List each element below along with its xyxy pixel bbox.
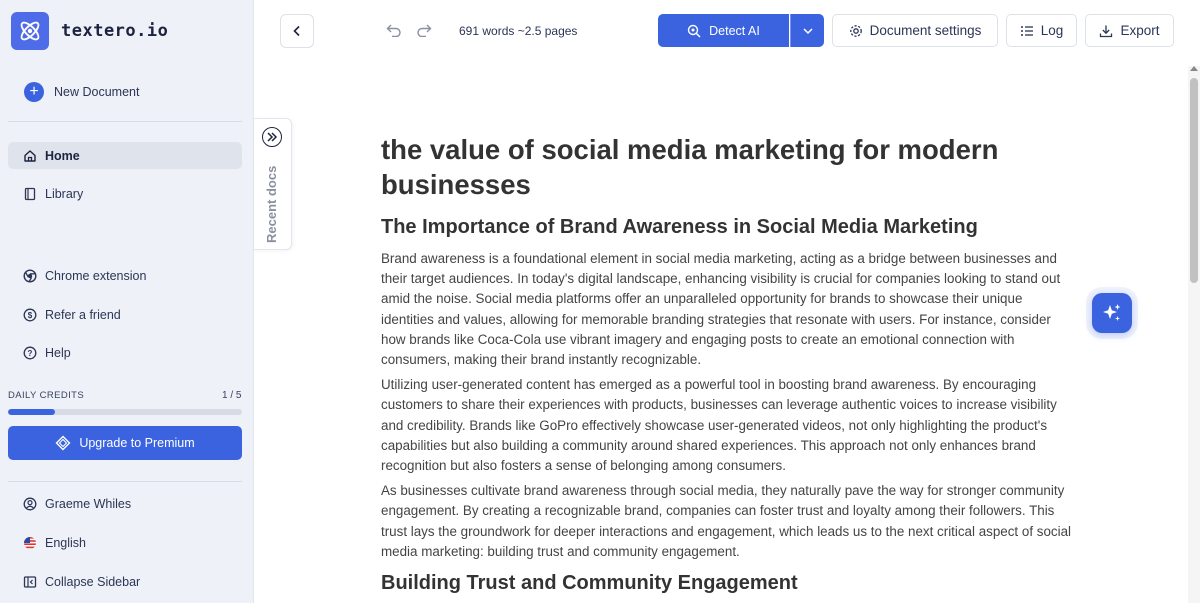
credits-progress-fill xyxy=(8,409,55,415)
document-settings-button[interactable]: Document settings xyxy=(832,14,998,47)
double-chevron-right-icon xyxy=(262,127,282,147)
gear-icon xyxy=(849,24,862,37)
us-flag-icon xyxy=(23,536,37,550)
detect-ai-group: Detect AI xyxy=(658,14,824,47)
sidebar-item-account[interactable]: Graeme Whiles xyxy=(8,490,242,517)
ai-assistant-button[interactable] xyxy=(1092,293,1132,333)
daily-credits-label: DAILY CREDITS xyxy=(8,390,85,401)
redo-icon xyxy=(417,24,432,37)
recent-docs-label: Recent docs xyxy=(264,165,279,243)
sidebar-item-label: Help xyxy=(45,345,71,360)
upgrade-to-premium-button[interactable]: Upgrade to Premium xyxy=(8,426,242,460)
log-button[interactable]: Log xyxy=(1006,14,1077,47)
sparkle-icon xyxy=(1103,304,1121,321)
export-label: Export xyxy=(1120,23,1160,38)
sidebar-item-refer-a-friend[interactable]: $ Refer a friend xyxy=(8,301,242,328)
help-icon: ? xyxy=(23,346,37,360)
detect-ai-dropdown-button[interactable] xyxy=(790,14,824,47)
sidebar-item-label: Graeme Whiles xyxy=(45,496,132,511)
document-settings-label: Document settings xyxy=(869,23,982,38)
sidebar-item-library[interactable]: Library xyxy=(8,180,242,207)
paragraph[interactable]: Brand awareness is a foundational elemen… xyxy=(381,249,1071,370)
book-icon xyxy=(23,187,37,201)
undo-button[interactable] xyxy=(385,22,403,38)
section-heading[interactable]: The Importance of Brand Awareness in Soc… xyxy=(381,214,1071,240)
detect-ai-label: Detect AI xyxy=(709,23,760,38)
recent-docs-tab[interactable]: Recent docs xyxy=(254,118,292,250)
redo-button[interactable] xyxy=(415,22,433,38)
collapse-sidebar-icon xyxy=(23,575,37,589)
sidebar-item-label: Home xyxy=(45,148,80,163)
diamond-icon xyxy=(55,435,71,451)
new-document-label: New Document xyxy=(54,85,140,99)
list-icon xyxy=(1020,25,1033,36)
svg-text:$: $ xyxy=(28,311,33,320)
plus-icon: + xyxy=(24,82,44,102)
app-name: textero.io xyxy=(61,21,169,41)
export-button[interactable]: Export xyxy=(1085,14,1174,47)
sidebar-item-label: Library xyxy=(45,186,84,201)
divider xyxy=(8,121,242,122)
sidebar-item-label: Chrome extension xyxy=(45,268,147,283)
scrollbar-thumb[interactable] xyxy=(1190,78,1198,283)
download-icon xyxy=(1100,25,1113,37)
detect-ai-button[interactable]: Detect AI xyxy=(658,14,789,47)
undo-icon xyxy=(386,24,401,37)
back-button[interactable] xyxy=(280,14,314,48)
chevron-left-icon xyxy=(293,25,300,37)
sidebar-item-chrome-extension[interactable]: Chrome extension xyxy=(8,262,242,289)
scroll-up-arrow-icon[interactable] xyxy=(1190,66,1198,71)
document-editor[interactable]: the value of social media marketing for … xyxy=(381,132,1071,603)
user-icon xyxy=(23,497,37,511)
chevron-down-icon xyxy=(802,27,813,34)
new-document-button[interactable]: + New Document xyxy=(24,82,139,102)
sidebar-item-language[interactable]: English xyxy=(8,529,242,556)
credits-progress-bar xyxy=(8,409,242,415)
sidebar-item-home[interactable]: Home xyxy=(8,142,242,169)
divider xyxy=(8,481,242,482)
dollar-icon: $ xyxy=(23,308,37,322)
home-icon xyxy=(23,149,37,163)
upgrade-label: Upgrade to Premium xyxy=(79,436,195,450)
chrome-icon xyxy=(23,268,37,283)
sidebar-item-help[interactable]: ? Help xyxy=(8,339,242,366)
sidebar-item-label: Refer a friend xyxy=(45,307,121,322)
sidebar-item-collapse[interactable]: Collapse Sidebar xyxy=(8,568,242,595)
sidebar: textero.io + New Document Home Library C… xyxy=(0,0,254,603)
word-count: 691 words ~2.5 pages xyxy=(459,24,578,38)
sidebar-item-label: English xyxy=(45,535,86,550)
vertical-scrollbar[interactable] xyxy=(1188,66,1200,603)
paragraph[interactable]: Utilizing user-generated content has eme… xyxy=(381,375,1071,476)
sidebar-item-label: Collapse Sidebar xyxy=(45,574,141,589)
log-label: Log xyxy=(1040,23,1064,38)
search-ai-icon xyxy=(687,24,701,38)
daily-credits-count: 1 / 5 xyxy=(222,390,242,401)
logo[interactable]: textero.io xyxy=(11,12,168,50)
paragraph[interactable]: As businesses cultivate brand awareness … xyxy=(381,481,1071,562)
atom-logo-icon xyxy=(11,12,49,50)
document-title[interactable]: the value of social media marketing for … xyxy=(381,132,1071,202)
svg-text:?: ? xyxy=(28,349,33,358)
section-heading[interactable]: Building Trust and Community Engagement xyxy=(381,570,1071,596)
